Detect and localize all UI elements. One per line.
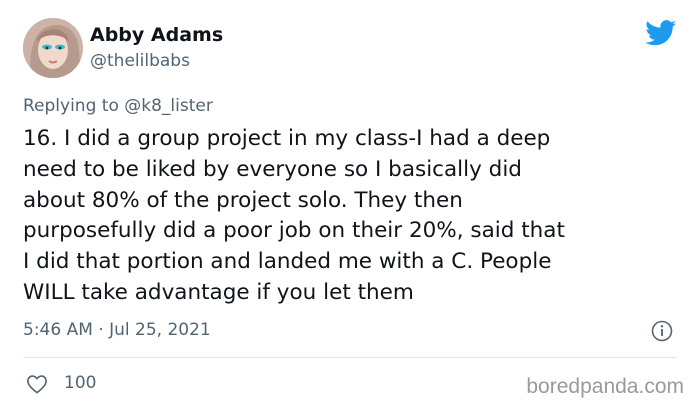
info-icon[interactable] xyxy=(651,320,673,342)
user-handle[interactable]: @thelilbabs xyxy=(90,51,190,71)
watermark: boredpanda.com xyxy=(526,375,684,398)
replying-prefix: Replying to xyxy=(23,96,125,116)
divider xyxy=(23,357,677,358)
reply-mention-link[interactable]: @k8_lister xyxy=(124,96,213,116)
twitter-bird-icon[interactable] xyxy=(645,20,677,46)
tweet-text: 16. I did a group project in my class-I … xyxy=(23,126,565,305)
user-name[interactable]: Abby Adams xyxy=(90,24,223,46)
like-count: 100 xyxy=(64,373,97,393)
avatar-image xyxy=(23,18,83,78)
heart-icon[interactable] xyxy=(26,374,48,394)
avatar[interactable] xyxy=(23,18,83,78)
replying-to: Replying to @k8_lister xyxy=(23,96,213,116)
tweet-timestamp[interactable]: 5:46 AM · Jul 25, 2021 xyxy=(23,320,211,340)
